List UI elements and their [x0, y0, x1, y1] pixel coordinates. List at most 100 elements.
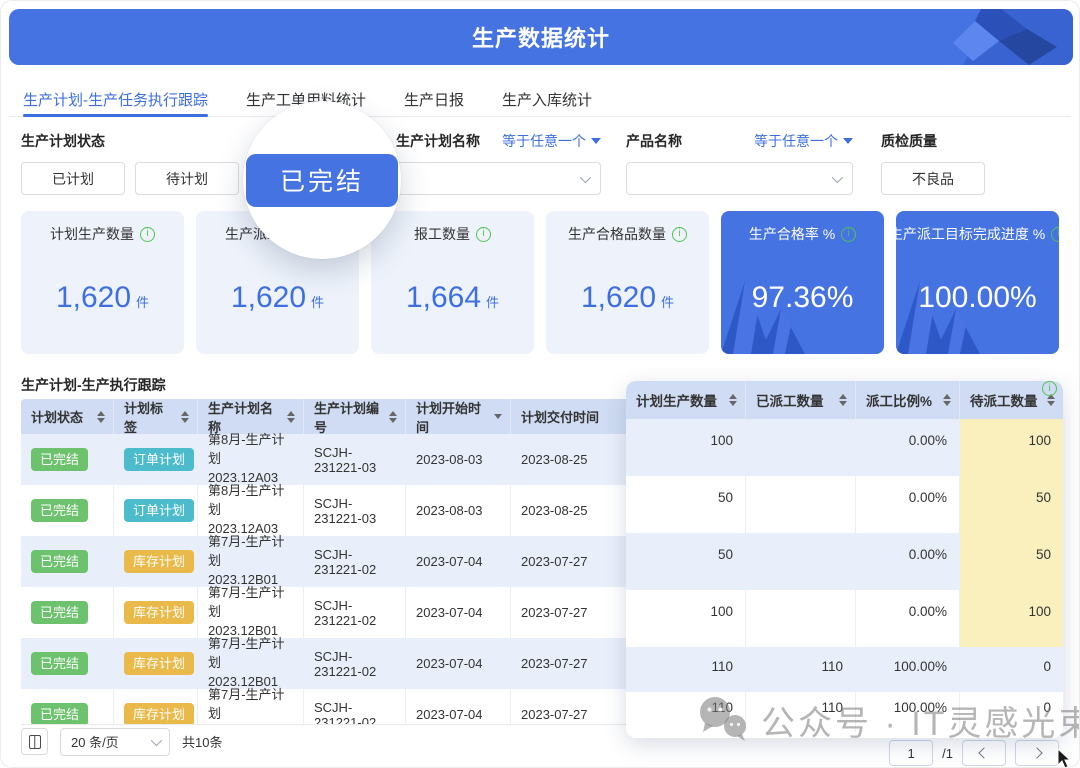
status-option-pending[interactable]: 待计划 [135, 162, 239, 195]
col-label: 已派工数量 [756, 390, 824, 410]
col-label: 派工比例% [866, 390, 932, 410]
col-header-plan-tag[interactable]: 计划标签 [114, 399, 198, 434]
kpi-unit: 件 [311, 292, 324, 311]
kpi-label: 生产合格率 % [749, 224, 835, 244]
kpi-value: 100.00% [918, 281, 1036, 315]
section-info-icon[interactable]: i [1042, 381, 1057, 396]
tag-badge: 库存计划 [124, 652, 194, 675]
chevron-down-icon [151, 734, 162, 745]
columns-icon [29, 735, 41, 749]
sort-icon[interactable] [839, 394, 847, 406]
page-number-input[interactable]: 1 [889, 740, 933, 766]
kpi-value: 1,620 [581, 281, 656, 315]
info-icon[interactable]: i [672, 227, 687, 242]
sort-icon[interactable] [97, 411, 105, 423]
col-header-planned-qty[interactable]: 计划生产数量 [626, 381, 746, 419]
plan-name-operator[interactable]: 等于任意一个 [502, 131, 601, 151]
col-header-start-date[interactable]: 计划开始时间 [406, 399, 511, 434]
status-option-planned[interactable]: 已计划 [21, 162, 125, 195]
mouse-cursor [1057, 749, 1075, 768]
info-icon[interactable]: i [1051, 227, 1059, 242]
col-label: 计划标签 [124, 399, 175, 436]
sort-icon[interactable] [729, 394, 737, 406]
panel-row[interactable]: 100 0.00% 100 [626, 419, 1063, 476]
product-name-select[interactable] [626, 162, 853, 195]
caret-down-icon [843, 138, 853, 144]
sort-icon[interactable] [389, 411, 397, 423]
panel-row[interactable]: 110 110 100.00% 0 [626, 647, 1063, 692]
info-icon[interactable]: i [841, 227, 856, 242]
chevron-left-icon [978, 747, 989, 758]
col-header-plan-code[interactable]: 生产计划编号 [304, 399, 406, 434]
column-settings-button[interactable] [21, 728, 48, 755]
status-option-completed-selected[interactable]: 已完结 [246, 154, 398, 207]
pending-qty-cell: 50 [960, 476, 1063, 533]
kpi-value: 1,620 [231, 281, 306, 315]
panel-row[interactable]: 50 0.00% 50 [626, 533, 1063, 590]
dispatch-ratio-cell: 100.00% [856, 692, 960, 732]
kpi-label: 生产派工目标完成进度 % [896, 224, 1045, 244]
tab-warehouse-stats[interactable]: 生产入库统计 [502, 83, 592, 116]
panel-row[interactable]: 110 110 100.00% 0 [626, 692, 1063, 732]
chevron-down-icon [832, 171, 843, 182]
chevron-down-icon [580, 171, 591, 182]
panel-pagination: 1 /1 [889, 740, 1059, 766]
kpi-qualified-qty: 生产合格品数量i 1,620件 [546, 211, 709, 354]
info-icon[interactable]: i [476, 227, 491, 242]
tab-bar: 生产计划-生产任务执行跟踪 生产工单用料统计 生产日报 生产入库统计 [9, 83, 1071, 117]
tab-label: 生产计划-生产任务执行跟踪 [23, 89, 208, 110]
tab-daily-report[interactable]: 生产日报 [404, 83, 464, 116]
page-size-select[interactable]: 20 条/页 [60, 728, 170, 756]
total-count: 共10条 [182, 732, 222, 751]
dispatched-qty-cell [746, 476, 856, 533]
next-page-button[interactable] [1015, 740, 1059, 766]
plan-name-label: 生产计划名称 [396, 131, 480, 151]
panel-header-row: 计划生产数量 已派工数量 派工比例% 待派工数量 [626, 381, 1063, 419]
sort-desc-icon[interactable] [494, 414, 502, 419]
panel-row[interactable]: 50 0.00% 50 [626, 476, 1063, 533]
kpi-value: 97.36% [752, 281, 854, 315]
col-header-plan-name[interactable]: 生产计划名称 [198, 399, 304, 434]
status-badge: 已完结 [31, 448, 88, 471]
quality-option-defective[interactable]: 不良品 [881, 162, 985, 195]
col-header-dispatch-ratio[interactable]: 派工比例% [856, 381, 960, 419]
col-label: 计划交付时间 [521, 407, 599, 426]
sort-icon[interactable] [181, 411, 189, 423]
plan-code-cell: SCJH-231221-02 [304, 689, 406, 724]
col-header-plan-status[interactable]: 计划状态 [21, 399, 114, 434]
kpi-value: 1,620 [56, 281, 131, 315]
dispatch-ratio-cell: 0.00% [856, 533, 960, 590]
kpi-label: 生产合格品数量 [568, 224, 666, 244]
pending-qty-cell: 0 [960, 647, 1063, 692]
dispatch-ratio-cell: 0.00% [856, 476, 960, 533]
col-header-dispatched-qty[interactable]: 已派工数量 [746, 381, 856, 419]
product-name-operator[interactable]: 等于任意一个 [754, 131, 853, 151]
quality-label: 质检质量 [881, 131, 1001, 151]
sort-icon[interactable] [287, 411, 295, 423]
start-date-cell: 2023-07-04 [406, 587, 511, 638]
kpi-label: 报工数量 [414, 224, 470, 244]
planned-qty-cell: 110 [626, 692, 746, 732]
sort-icon[interactable] [943, 394, 951, 406]
panel-row[interactable]: 100 0.00% 100 [626, 590, 1063, 647]
status-badge: 已完结 [31, 703, 88, 724]
prev-page-button[interactable] [962, 740, 1006, 766]
plan-code-cell: SCJH-231221-03 [304, 434, 406, 485]
kpi-label: 计划生产数量 [50, 224, 134, 244]
info-icon[interactable]: i [140, 227, 155, 242]
plan-name-select[interactable] [396, 162, 601, 195]
planned-qty-cell: 50 [626, 533, 746, 590]
magnifier-highlight: 已完结 [243, 101, 401, 259]
status-badge: 已完结 [31, 601, 88, 624]
start-date-cell: 2023-07-04 [406, 689, 511, 724]
product-name-label: 产品名称 [626, 131, 682, 151]
dispatched-qty-cell [746, 533, 856, 590]
tag-badge: 库存计划 [124, 601, 194, 624]
tag-badge: 订单计划 [124, 499, 194, 522]
tab-production-plan-tracking[interactable]: 生产计划-生产任务执行跟踪 [23, 83, 208, 116]
chevron-right-icon [1031, 747, 1042, 758]
start-date-cell: 2023-07-04 [406, 536, 511, 587]
plan-name-cell: 第7月-生产计划2023.12B01 [208, 584, 295, 641]
dispatch-ratio-cell: 100.00% [856, 647, 960, 692]
pending-qty-cell: 0 [960, 692, 1063, 732]
